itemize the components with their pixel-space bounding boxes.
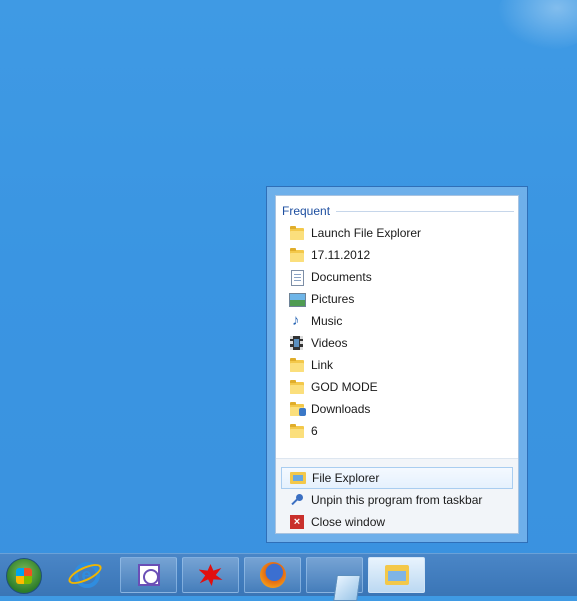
folder-icon (289, 357, 305, 373)
task-label: File Explorer (312, 471, 380, 485)
header-divider (336, 210, 514, 212)
music-icon: ♪ (292, 312, 300, 329)
folder-icon (289, 225, 305, 241)
jump-item-launch-file-explorer[interactable]: Launch File Explorer (281, 222, 513, 244)
task-label: Close window (311, 515, 386, 529)
documents-icon (289, 269, 305, 286)
jump-item-label: 6 (311, 424, 318, 438)
jump-item-17-11-2012[interactable]: 17.11.2012 (281, 244, 513, 266)
folder-icon (289, 247, 305, 263)
taskbar-internet-explorer[interactable]: e (58, 557, 115, 593)
tasks-list: File Explorer Unpin this program from ta… (276, 467, 518, 533)
task-file-explorer[interactable]: File Explorer (281, 467, 513, 489)
jump-item-videos[interactable]: Videos (281, 332, 513, 354)
jump-item-label: Link (311, 358, 334, 372)
taskbar-visual-studio[interactable] (120, 557, 177, 593)
desktop: Frequent Launch File Explorer 17.11.2012… (0, 0, 577, 553)
task-unpin-from-taskbar[interactable]: Unpin this program from taskbar (281, 489, 513, 511)
jump-item-pictures[interactable]: Pictures (281, 288, 513, 310)
pictures-icon (289, 291, 306, 307)
jump-item-label: GOD MODE (311, 380, 378, 394)
start-button[interactable] (6, 558, 42, 594)
taskbar-red-splat-app[interactable] (182, 557, 239, 593)
jump-item-label: Videos (311, 336, 348, 350)
jump-item-documents[interactable]: Documents (281, 266, 513, 288)
taskbar-file-explorer[interactable] (368, 557, 425, 593)
frequent-title: Frequent (282, 204, 331, 218)
internet-explorer-icon: e (65, 560, 104, 589)
frequent-list: Launch File Explorer 17.11.2012 Document… (276, 222, 518, 442)
jump-item-music[interactable]: ♪ Music (281, 310, 513, 332)
task-close-window[interactable]: × Close window (281, 511, 513, 533)
frequent-header: Frequent (282, 202, 514, 220)
folder-icon (289, 379, 305, 395)
jump-item-downloads[interactable]: Downloads (281, 398, 513, 420)
jump-item-god-mode[interactable]: GOD MODE (281, 376, 513, 398)
jump-item-label: Launch File Explorer (311, 226, 422, 240)
jump-item-label: Music (311, 314, 343, 328)
downloads-icon (289, 401, 306, 417)
close-window-icon: × (289, 514, 305, 530)
jump-item-label: Downloads (311, 402, 371, 416)
jump-item-label: Documents (311, 270, 372, 284)
visual-studio-icon (137, 564, 160, 586)
firefox-icon (259, 562, 286, 588)
jump-list: Frequent Launch File Explorer 17.11.2012… (266, 186, 528, 543)
taskbar-firefox[interactable] (244, 557, 301, 593)
wallpaper-petal (497, 0, 577, 50)
videos-icon (289, 335, 305, 351)
jump-item-label: Pictures (311, 292, 355, 306)
file-explorer-icon (290, 470, 306, 486)
folder-icon (289, 423, 305, 439)
file-explorer-icon (384, 565, 409, 585)
jump-item-label: 17.11.2012 (311, 248, 371, 262)
jump-list-panel: Frequent Launch File Explorer 17.11.2012… (275, 195, 519, 534)
jump-item-6[interactable]: 6 (281, 420, 513, 442)
unpin-icon (289, 492, 305, 508)
tasks-section: File Explorer Unpin this program from ta… (276, 458, 518, 533)
jump-item-link[interactable]: Link (281, 354, 513, 376)
taskbar: e (0, 553, 577, 601)
taskbar-notepad-app[interactable] (306, 557, 363, 601)
task-label: Unpin this program from taskbar (311, 493, 483, 507)
paper-icon (332, 575, 361, 601)
red-splat-icon (198, 564, 223, 586)
